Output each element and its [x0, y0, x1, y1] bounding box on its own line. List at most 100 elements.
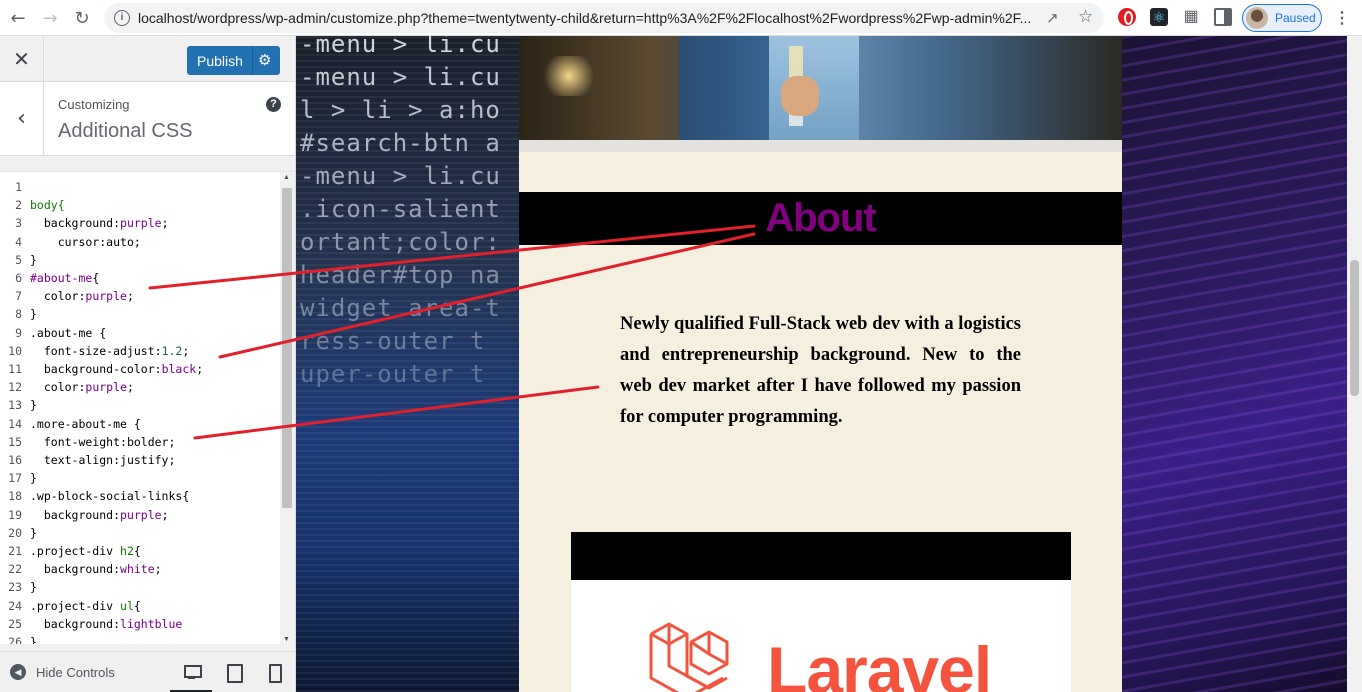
url-text[interactable]: localhost/wordpress/wp-admin/customize.p… [138, 10, 1038, 26]
code-line[interactable]: 21 .project-div h2{ [0, 542, 280, 560]
code-line[interactable]: 19 background:purple; [0, 506, 280, 524]
code-token: .project-div [30, 544, 121, 558]
code-line[interactable]: 14 .more-about-me { [0, 415, 280, 433]
code-line[interactable]: 3 background:purple; [0, 214, 280, 232]
preview-scroll-thumb[interactable] [1350, 260, 1359, 396]
code-line[interactable]: 2 body{ [0, 196, 280, 214]
code-token: background: [30, 216, 121, 231]
address-bar[interactable]: i localhost/wordpress/wp-admin/customize… [104, 3, 1104, 33]
laravel-logo-text: Laravel [767, 633, 992, 692]
line-number: 3 [15, 216, 22, 231]
code-line[interactable]: 8} [0, 305, 280, 323]
line-number: 15 [8, 434, 22, 449]
customizer-sidebar: ✕ Publish ⚙ ‹ Customizing Additional CSS… [0, 36, 296, 692]
forward-arrow-icon[interactable]: → [38, 6, 62, 30]
code-line[interactable]: 7 color:purple; [0, 287, 280, 305]
code-line[interactable]: 26} [0, 633, 280, 644]
about-heading-text: About [765, 196, 877, 240]
code-line[interactable]: 1 [0, 178, 280, 196]
code-token: #about-me [30, 271, 93, 285]
code-line[interactable]: 18 .wp-block-social-links{ [0, 487, 280, 505]
browser-menu-icon[interactable]: ⋮ [1334, 8, 1350, 28]
mobile-preview-icon[interactable] [266, 663, 284, 683]
help-icon[interactable]: ? [266, 97, 281, 112]
code-line[interactable]: 23} [0, 578, 280, 596]
code-line[interactable]: 22 background:white; [0, 560, 280, 578]
customizing-label: Customizing [58, 97, 130, 112]
editor-scrollbar[interactable]: ▲ ▼ [280, 172, 294, 644]
code-line[interactable]: 16 text-align:justify; [0, 451, 280, 469]
react-devtools-icon[interactable]: ⚛ [1150, 8, 1168, 26]
background-code-text: uper-outer t [300, 360, 486, 388]
scroll-up-arrow-icon[interactable]: ▲ [283, 174, 290, 181]
line-number: 13 [8, 398, 22, 413]
chevron-left-icon[interactable]: ‹ [0, 82, 44, 155]
code-line[interactable]: 20} [0, 524, 280, 542]
site-info-icon[interactable]: i [114, 10, 130, 26]
code-line[interactable]: 5} [0, 251, 280, 269]
code-line[interactable]: 11 background-color:black; [0, 360, 280, 378]
code-line[interactable]: 4 cursor:auto; [0, 233, 280, 251]
code-token: 1.2 [161, 343, 183, 358]
code-token: background: [30, 507, 121, 522]
code-token: color: [30, 289, 86, 304]
hide-controls-button[interactable]: Hide Controls [36, 665, 115, 680]
code-line[interactable]: 10 font-size-adjust:1.2; [0, 342, 280, 360]
code-line[interactable]: 17} [0, 469, 280, 487]
avatar [1246, 7, 1268, 29]
code-line[interactable]: 15 font-weight:bolder; [0, 433, 280, 451]
customizer-footer: ◀ Hide Controls [0, 651, 295, 692]
editor-scroll-thumb[interactable] [282, 188, 292, 508]
browser-toolbar: ← → ↻ i localhost/wordpress/wp-admin/cus… [0, 0, 1362, 36]
line-number: 8 [15, 307, 22, 322]
code-token: bolder [126, 434, 169, 449]
code-token: purple [85, 289, 127, 304]
code-line[interactable]: 13} [0, 396, 280, 414]
line-number: 12 [8, 380, 22, 395]
code-line[interactable]: 9 .about-me { [0, 324, 280, 342]
section-header: ‹ Customizing Additional CSS ? [0, 82, 295, 156]
code-line[interactable]: 12 color:purple; [0, 378, 280, 396]
code-line[interactable]: 25 background:lightblue [0, 615, 280, 633]
code-token: } [30, 580, 37, 595]
back-arrow-icon[interactable]: ← [6, 6, 30, 30]
opera-extension-icon[interactable] [1118, 8, 1136, 26]
code-line[interactable]: 24 .project-div ul{ [0, 597, 280, 615]
hero-image [519, 36, 1122, 152]
page-content: About Newly qualified Full-Stack web dev… [519, 36, 1122, 692]
extensions-puzzle-icon[interactable]: ▦ [1182, 8, 1200, 26]
code-token: } [30, 252, 37, 267]
background-code-text: .icon-salient [300, 195, 501, 223]
side-panel-icon[interactable] [1214, 8, 1232, 26]
preview-scrollbar[interactable] [1347, 36, 1362, 692]
code-token: background: [30, 616, 121, 631]
profile-button[interactable]: Paused [1242, 4, 1322, 32]
code-line[interactable]: 6 #about-me{ [0, 269, 280, 287]
code-token: } [30, 398, 37, 413]
background-code-text: ress-outer t [300, 327, 486, 355]
background-code-text: #search-btn a [300, 129, 501, 157]
code-token: } [30, 635, 37, 644]
hide-controls-icon[interactable]: ◀ [10, 664, 26, 680]
publish-button[interactable]: Publish ⚙ [187, 46, 280, 75]
line-number: 22 [8, 562, 22, 577]
css-code-editor[interactable]: ▲ ▼ 1 2 body{3 background:purple; 4 cursor:… [0, 171, 294, 644]
reload-icon[interactable]: ↻ [70, 6, 94, 30]
code-token: ; [168, 434, 176, 449]
code-background-image: -menu > li.cu -menu > li.cu l > li > a:ho #… [296, 36, 519, 692]
line-number: 10 [8, 343, 22, 358]
code-token: ; [133, 234, 141, 249]
code-token: ; [161, 216, 169, 231]
line-number: 11 [8, 362, 22, 376]
gear-icon[interactable]: ⚙ [258, 51, 271, 69]
code-token: body{ [30, 198, 65, 213]
scroll-down-arrow-icon[interactable]: ▼ [283, 636, 290, 643]
share-icon[interactable]: ↗ [1046, 9, 1059, 27]
tablet-preview-icon[interactable] [226, 663, 244, 683]
background-code-text: ortant;color: [300, 228, 501, 256]
bookmark-star-icon[interactable]: ☆ [1078, 7, 1093, 27]
code-token: } [30, 307, 37, 322]
close-icon[interactable]: ✕ [0, 36, 44, 82]
code-token: .project-div [30, 598, 121, 613]
desktop-preview-icon[interactable] [183, 663, 202, 681]
